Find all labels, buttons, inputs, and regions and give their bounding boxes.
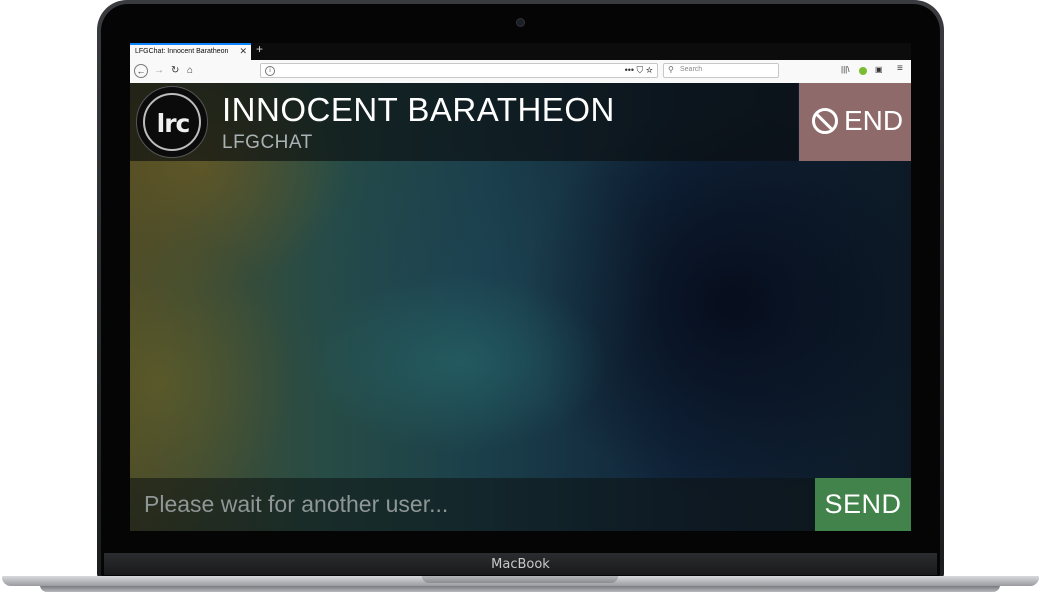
page-actions-icon[interactable]: ••• ⛉ ☆ xyxy=(625,64,653,77)
sidebar-icon[interactable]: ▣ xyxy=(875,65,883,74)
end-label: END xyxy=(844,105,904,136)
chat-app: lrc INNOCENT BARATHEON LFGCHAT END SEND xyxy=(130,83,911,531)
extension-check-icon[interactable] xyxy=(859,67,867,75)
browser-tab[interactable]: LFGChat: Innocent Baratheon ✕ xyxy=(130,43,251,60)
new-tab-icon[interactable]: + xyxy=(256,43,263,56)
browser-toolbar: ← → ↻ ⌂ i ••• ⛉ ☆ ⚲ Search |||\ ▣ ≡ xyxy=(130,60,911,84)
back-icon[interactable]: ← xyxy=(134,64,148,78)
address-bar[interactable]: i ••• ⛉ ☆ xyxy=(260,63,658,78)
search-icon: ⚲ xyxy=(668,65,674,74)
laptop-notch xyxy=(422,576,618,583)
chat-title: INNOCENT BARATHEON xyxy=(222,91,615,128)
search-bar[interactable]: ⚲ Search xyxy=(663,63,779,78)
close-tab-icon[interactable]: ✕ xyxy=(239,46,247,57)
search-placeholder: Search xyxy=(680,66,703,73)
chat-subtitle: LFGCHAT xyxy=(222,132,313,153)
end-chat-button[interactable]: END xyxy=(799,83,911,161)
info-icon[interactable]: i xyxy=(265,66,275,76)
app-logo: lrc xyxy=(136,86,208,158)
tab-title: LFGChat: Innocent Baratheon xyxy=(135,48,229,55)
camera-icon xyxy=(517,19,524,26)
home-icon[interactable]: ⌂ xyxy=(187,64,193,78)
chat-header: lrc INNOCENT BARATHEON LFGCHAT xyxy=(130,83,798,161)
send-button[interactable]: SEND xyxy=(815,478,911,531)
message-input[interactable] xyxy=(130,478,814,531)
forward-icon[interactable]: → xyxy=(154,64,164,78)
laptop-base-shadow xyxy=(40,585,1000,592)
message-composer: SEND xyxy=(130,478,911,531)
brand-label: MacBook xyxy=(491,557,550,572)
reload-icon[interactable]: ↻ xyxy=(171,64,179,78)
block-icon xyxy=(812,108,838,134)
logo-text: lrc xyxy=(156,109,191,138)
library-icon[interactable]: |||\ xyxy=(841,65,849,74)
tab-bar: LFGChat: Innocent Baratheon ✕ + xyxy=(130,43,911,60)
browser-window: LFGChat: Innocent Baratheon ✕ + ← → ↻ ⌂ … xyxy=(130,43,911,531)
menu-icon[interactable]: ≡ xyxy=(897,63,903,74)
